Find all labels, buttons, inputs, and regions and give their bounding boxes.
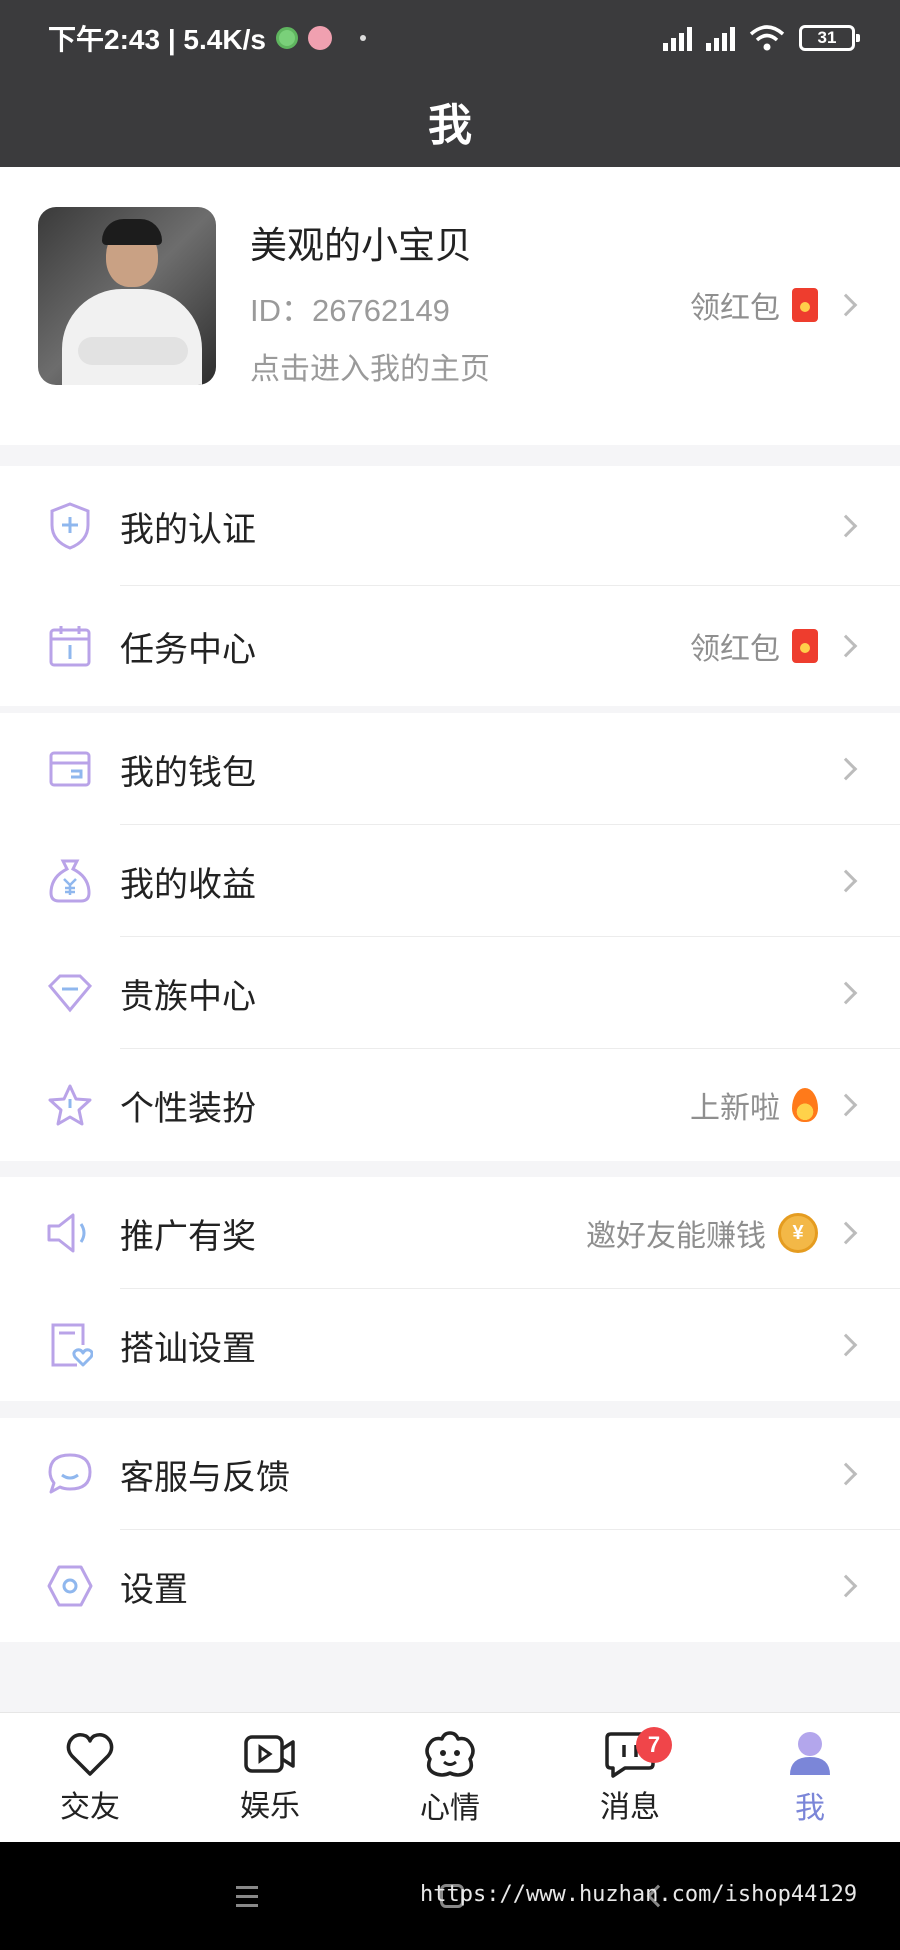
profile-hint: 点击进入我的主页 [250,353,490,386]
mood-icon [425,1730,475,1777]
menu-group-4: 客服与反馈 设置 [0,1418,900,1642]
signal-1-icon [663,25,692,51]
menu-item-earnings[interactable]: 我的收益 [0,825,900,937]
tab-friends[interactable]: 交友 [0,1713,180,1842]
shield-plus-icon [44,500,96,552]
red-packet-icon [792,288,818,322]
tab-label: 娱乐 [240,1789,300,1823]
bottom-tab-bar: 交友 娱乐 心情 7 消息 我 [0,1712,900,1842]
menu-item-label: 我的认证 [120,510,256,549]
chevron-right-icon [834,757,858,781]
menu-item-right-text: 领红包 [690,633,780,666]
money-bag-icon [44,855,96,907]
recent-apps-button[interactable] [236,1886,258,1913]
menu-item-label: 我的收益 [120,865,256,904]
note-heart-icon [44,1319,96,1371]
menu-item-label: 客服与反馈 [120,1458,290,1497]
heart-icon [66,1732,114,1776]
menu-item-greeting-settings[interactable]: 搭讪设置 [0,1289,900,1401]
claim-red-packet-label: 领红包 [690,292,780,325]
star-icon [44,1079,96,1131]
chevron-right-icon [834,514,858,538]
menu-item-referral-reward[interactable]: 推广有奖 邀好友能赚钱 ¥ [0,1177,900,1289]
chat-icon [44,1448,96,1500]
wallet-icon [44,743,96,795]
coin-icon: ¥ [778,1213,818,1253]
chevron-right-icon [834,1333,858,1357]
menu-item-label: 个性装扮 [120,1089,256,1128]
menu-item-task-center[interactable]: 任务中心 领红包 [0,586,900,706]
tab-label: 交友 [60,1790,120,1824]
menu-item-wallet[interactable]: 我的钱包 [0,713,900,825]
tab-label: 心情 [420,1791,480,1825]
menu-item-customer-service[interactable]: 客服与反馈 [0,1418,900,1530]
menu-item-personal-decoration[interactable]: 个性装扮 上新啦 [0,1049,900,1161]
menu-item-label: 推广有奖 [120,1217,256,1256]
tab-me[interactable]: 我 [720,1713,900,1842]
chevron-right-icon [834,1093,858,1117]
page-title: 我 [428,101,472,150]
avatar-arms [78,337,188,365]
menu-group-2: 我的钱包 我的收益 贵族中心 个性装扮 上新啦 [0,713,900,1161]
tab-label: 消息 [600,1790,660,1824]
chevron-right-icon [834,293,858,317]
person-icon [790,1731,830,1775]
hexagon-settings-icon [44,1560,96,1612]
chevron-right-icon [834,1574,858,1598]
profile-id: ID：26762149 [250,293,450,328]
speaker-icon [44,1207,96,1259]
menu-item-label: 贵族中心 [120,977,256,1016]
diamond-icon [44,967,96,1019]
menu-item-certification[interactable]: 我的认证 [0,466,900,586]
claim-red-packet-link[interactable]: 领红包 [690,283,860,327]
menu-item-nobility-center[interactable]: 贵族中心 [0,937,900,1049]
title-bar: 我 [0,75,900,167]
menu-item-right-text: 上新啦 [690,1092,780,1125]
avatar[interactable] [38,207,216,385]
menu-item-label: 设置 [120,1570,188,1609]
menu-item-label: 搭讪设置 [120,1329,256,1368]
video-icon [244,1734,295,1773]
tab-entertainment[interactable]: 娱乐 [180,1713,360,1842]
menu-item-label: 我的钱包 [120,753,256,792]
menu-item-right-text: 邀好友能赚钱 [586,1220,766,1253]
unread-badge: 7 [636,1727,672,1763]
red-packet-icon [792,629,818,663]
watermark: https://www.huzhan.com/ishop44129 [420,1882,858,1907]
menu-item-label: 任务中心 [120,630,256,669]
profile-card[interactable]: 美观的小宝贝 ID：26762149 点击进入我的主页 领红包 [0,167,900,445]
tab-label: 我 [795,1791,825,1825]
battery-level: 31 [817,27,837,47]
avatar-hair [102,219,162,245]
wifi-icon [749,24,785,50]
profile-name: 美观的小宝贝 [250,225,472,266]
tab-messages[interactable]: 7 消息 [540,1713,720,1842]
menu-group-1: 我的认证 任务中心 领红包 [0,466,900,706]
wechat-notification-icon [275,26,298,49]
chevron-right-icon [834,869,858,893]
tab-mood[interactable]: 心情 [360,1713,540,1842]
app-notification-icon [307,25,332,50]
chevron-right-icon [834,981,858,1005]
menu-group-3: 推广有奖 邀好友能赚钱 ¥ 搭讪设置 [0,1177,900,1401]
chevron-right-icon [834,1221,858,1245]
battery-icon: 31 [799,24,860,51]
chevron-right-icon [834,634,858,658]
status-bar: 下午2:43 | 5.4K/s 31 [0,0,900,75]
chevron-right-icon [834,1462,858,1486]
more-notifications-icon [359,34,366,41]
calendar-icon [44,620,96,672]
flame-icon [792,1088,818,1122]
status-time: 下午2:43 | 5.4K/s [48,23,266,55]
menu-item-settings[interactable]: 设置 [0,1530,900,1642]
signal-2-icon [706,25,735,51]
